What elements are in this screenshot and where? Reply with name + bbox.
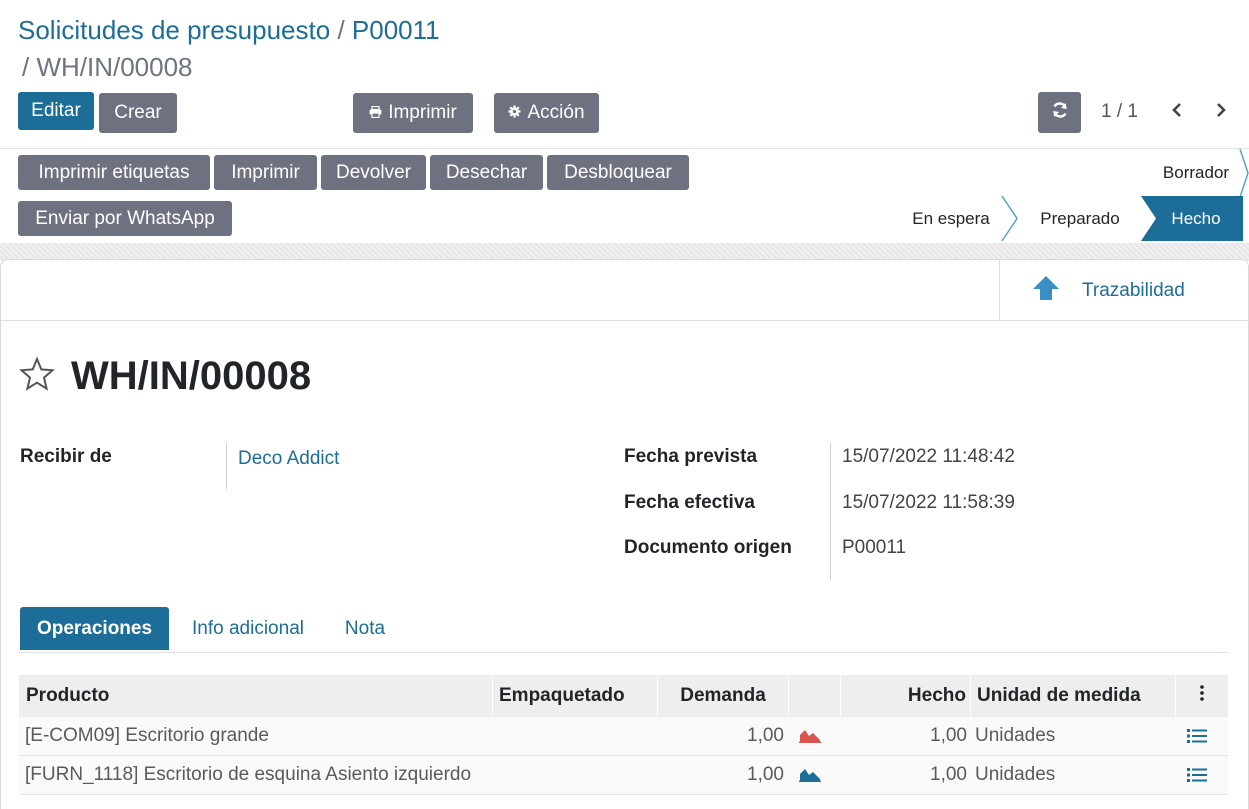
details-list-icon[interactable] <box>1187 717 1211 755</box>
print-dropdown-button[interactable]: Imprimir <box>353 93 473 133</box>
forecast-chart-icon[interactable] <box>799 717 829 755</box>
row-demand: 1,00 <box>747 764 784 785</box>
field-divider <box>226 443 227 489</box>
print-button-label: Imprimir <box>388 102 457 123</box>
receive-from-field[interactable]: Deco Addict <box>238 448 339 470</box>
stage-draft[interactable]: Borrador <box>1150 155 1242 190</box>
breadcrumb: Solicitudes de presupuesto / P00011 <box>18 12 440 48</box>
print-button[interactable]: Imprimir <box>214 155 317 190</box>
stage-done[interactable]: Hecho <box>1156 196 1236 241</box>
column-header-uom[interactable]: Unidad de medida <box>971 675 1176 717</box>
column-header-demand[interactable]: Demanda <box>658 675 789 717</box>
create-button[interactable]: Crear <box>99 93 177 133</box>
statusbar: Imprimir etiquetas Imprimir Devolver Des… <box>0 148 1249 243</box>
tab-operations[interactable]: Operaciones <box>20 607 169 650</box>
stage-divider <box>1001 196 1018 241</box>
receive-from-label: Recibir de <box>20 446 112 467</box>
action-button-label: Acción <box>527 102 585 123</box>
print-labels-button[interactable]: Imprimir etiquetas <box>18 155 210 190</box>
gear-icon <box>508 105 522 121</box>
table-row[interactable]: [E-COM09] Escritorio grande 1,00 1,00 Un… <box>19 717 1228 756</box>
traceability-button[interactable]: Trazabilidad <box>999 260 1249 321</box>
origin-document-label: Documento origen <box>624 537 792 558</box>
breadcrumb-separator: / <box>337 15 345 45</box>
kebab-menu-icon <box>1200 685 1204 707</box>
column-header-done[interactable]: Hecho <box>841 675 971 717</box>
refresh-icon <box>1051 101 1069 125</box>
arrow-up-icon <box>1032 275 1060 306</box>
scheduled-date-field[interactable]: 15/07/2022 11:48:42 <box>842 446 1015 468</box>
scrap-button[interactable]: Desechar <box>430 155 543 190</box>
field-divider <box>830 443 831 580</box>
refresh-button[interactable] <box>1038 92 1081 133</box>
form-sheet: Trazabilidad WH/IN/00008 Recibir de Deco… <box>0 259 1249 809</box>
notebook-tabs: Operaciones Info adicional Nota <box>19 607 1228 653</box>
tab-additional-info[interactable]: Info adicional <box>179 607 317 650</box>
send-whatsapp-button[interactable]: Enviar por WhatsApp <box>18 201 232 236</box>
row-product: [E-COM09] Escritorio grande <box>25 725 269 746</box>
table-header: Producto Empaquetado Demanda Hecho Unida… <box>19 675 1228 717</box>
scheduled-date-label: Fecha prevista <box>624 446 758 467</box>
row-uom: Unidades <box>975 764 1056 785</box>
unlock-button[interactable]: Desbloquear <box>547 155 689 190</box>
column-header-product[interactable]: Producto <box>19 675 493 717</box>
stage-divider <box>1239 149 1249 197</box>
edit-button[interactable]: Editar <box>18 92 94 130</box>
row-uom: Unidades <box>975 725 1056 746</box>
origin-document-field[interactable]: P00011 <box>842 537 906 559</box>
column-header-forecast <box>789 675 841 717</box>
breadcrumb-link-rfq[interactable]: Solicitudes de presupuesto <box>18 15 330 45</box>
row-done: 1,00 <box>930 725 967 746</box>
breadcrumb-link-order[interactable]: P00011 <box>352 15 440 45</box>
stage-ready[interactable]: Preparado <box>1022 196 1138 241</box>
breadcrumb-current: / WH/IN/00008 <box>22 52 193 82</box>
record-title: WH/IN/00008 <box>71 354 312 398</box>
table-row[interactable]: [FURN_1118] Escritorio de esquina Asient… <box>19 756 1228 795</box>
star-icon[interactable] <box>19 356 55 397</box>
forecast-chart-icon[interactable] <box>799 756 829 794</box>
effective-date-field[interactable]: 15/07/2022 11:58:39 <box>842 492 1015 514</box>
smart-button-box: Trazabilidad <box>1 260 1249 321</box>
details-list-icon[interactable] <box>1187 756 1211 794</box>
tab-note[interactable]: Nota <box>335 607 395 650</box>
row-packaging <box>493 717 658 755</box>
stage-waiting[interactable]: En espera <box>900 196 1002 241</box>
chevron-right-icon <box>1215 101 1227 124</box>
record-title-row: WH/IN/00008 <box>19 354 311 399</box>
chevron-left-icon <box>1171 101 1183 124</box>
row-demand: 1,00 <box>747 725 784 746</box>
printer-icon <box>369 105 382 121</box>
traceability-label: Trazabilidad <box>1082 279 1185 301</box>
row-done: 1,00 <box>930 764 967 785</box>
row-packaging <box>493 756 658 794</box>
pager-previous-button[interactable] <box>1162 93 1192 131</box>
action-dropdown-button[interactable]: Acción <box>494 93 599 133</box>
optional-columns-toggle[interactable] <box>1176 675 1228 717</box>
pager-next-button[interactable] <box>1206 93 1236 131</box>
operations-table: Producto Empaquetado Demanda Hecho Unida… <box>19 675 1228 795</box>
column-header-packaging[interactable]: Empaquetado <box>493 675 658 717</box>
row-product: [FURN_1118] Escritorio de esquina Asient… <box>25 764 472 785</box>
pager-value[interactable]: 1 / 1 <box>1101 93 1138 131</box>
effective-date-label: Fecha efectiva <box>624 492 755 513</box>
return-button[interactable]: Devolver <box>321 155 426 190</box>
